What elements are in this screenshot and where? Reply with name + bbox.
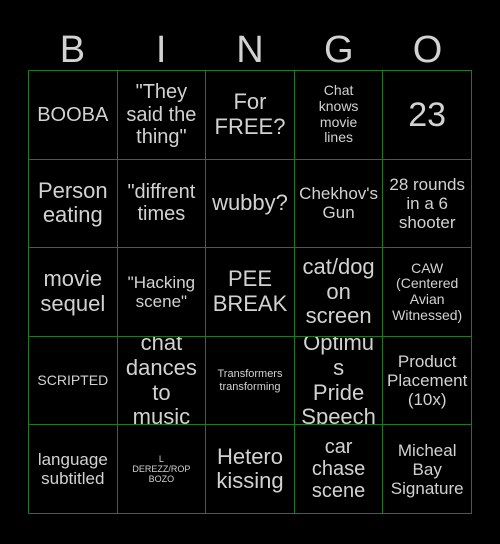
header-letter-g: G [324, 29, 354, 71]
bingo-cell-r4-c4[interactable]: Optimus Pride Speech [294, 336, 384, 426]
bingo-cell-r4-c5[interactable]: Product Placement (10x) [383, 336, 472, 426]
bingo-cell-r5-c4[interactable]: car chase scene [294, 425, 384, 514]
bingo-cell-r4-c3[interactable]: Transformers transforming [206, 336, 295, 426]
bingo-cell-r3-c1[interactable]: movie sequel [29, 248, 118, 337]
bingo-card: B I N G O BOOBA "They said the thing" For … [0, 0, 500, 544]
bingo-cell-r5-c1[interactable]: language subtitled [29, 425, 118, 514]
header-letter-b: B [59, 29, 86, 71]
bingo-grid: BOOBA "They said the thing" For FREE? Chat … [28, 70, 472, 514]
bingo-cell-r1-c4[interactable]: Chat knows movie lines [294, 71, 384, 160]
bingo-cell-r2-c2[interactable]: "diffrent times [117, 159, 207, 249]
bingo-cell-r5-c5[interactable]: Micheal Bay Signature [383, 425, 472, 514]
bingo-cell-r2-c1[interactable]: Person eating [29, 159, 118, 249]
bingo-cell-r5-c2[interactable]: L DEREZZ/ROP BOZO [117, 425, 207, 514]
bingo-cell-r3-c3[interactable]: PEE BREAK [206, 248, 295, 337]
bingo-cell-r3-c2[interactable]: "Hacking scene" [117, 248, 207, 337]
bingo-cell-r2-c4[interactable]: Chekhov's Gun [294, 159, 384, 249]
bingo-cell-r1-c5[interactable]: 23 [383, 71, 472, 160]
bingo-cell-r4-c1[interactable]: SCRIPTED [29, 336, 118, 426]
bingo-cell-r1-c3[interactable]: For FREE? [206, 71, 295, 160]
header-letter-o: O [412, 29, 443, 71]
bingo-cell-r4-c2[interactable]: chat dances to music [117, 336, 207, 426]
bingo-cell-r2-c3[interactable]: wubby? [206, 159, 295, 249]
header-letter-n: N [236, 29, 264, 71]
bingo-cell-r1-c1[interactable]: BOOBA [29, 71, 118, 160]
bingo-cell-r5-c3[interactable]: Hetero kissing [206, 425, 295, 514]
header-letter-i: I [155, 29, 167, 71]
bingo-cell-r2-c5[interactable]: 28 rounds in a 6 shooter [383, 159, 472, 249]
bingo-cell-r1-c2[interactable]: "They said the thing" [117, 71, 207, 160]
bingo-header-row: B I N G O [28, 22, 472, 70]
bingo-cell-r3-c5[interactable]: CAW (Centered Avian Witnessed) [383, 248, 472, 337]
bingo-cell-r3-c4[interactable]: cat/dog on screen [294, 248, 384, 337]
